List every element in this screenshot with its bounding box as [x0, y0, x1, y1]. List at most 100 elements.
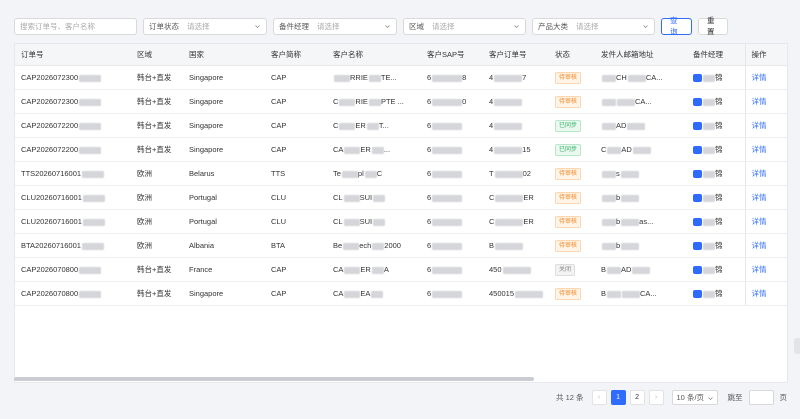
detail-link[interactable]: 详情 [752, 265, 767, 274]
query-button[interactable]: 查询 [661, 16, 692, 36]
customer-name-part: A [383, 265, 389, 274]
horizontal-scrollbar[interactable] [14, 377, 534, 381]
redacted-text [371, 290, 384, 298]
customer-name-part: CA [333, 145, 344, 154]
page-1-button[interactable]: 1 [610, 390, 626, 405]
manager-name: 锦 [715, 241, 723, 250]
country-cell: Belarus [189, 169, 215, 178]
order-number: CAP2026070800 [21, 289, 79, 298]
order-status-select[interactable]: 订单状态 请选择 [143, 17, 267, 35]
side-drawer-handle[interactable] [794, 338, 800, 354]
product-category-select[interactable]: 产品大类 请选择 [532, 17, 655, 35]
customer-name-part: pl [357, 169, 364, 178]
column-header: 状态 [549, 44, 595, 66]
redacted-text [81, 242, 104, 250]
redacted-text [368, 98, 381, 106]
redacted-text [79, 98, 102, 106]
manager-tag-icon [693, 146, 702, 155]
customer-name-part: C [333, 97, 339, 106]
detail-link[interactable]: 详情 [752, 193, 767, 202]
customer-order-part: 4 [489, 121, 494, 130]
redacted-text [339, 122, 356, 130]
manager-tag-icon [693, 266, 702, 275]
page-2-button[interactable]: 2 [629, 390, 645, 405]
next-page-button[interactable]: › [648, 390, 664, 405]
redacted-text [432, 146, 463, 154]
order-number: CAP2026070800 [21, 265, 79, 274]
customer-name-part: ER [360, 265, 371, 274]
detail-link[interactable]: 详情 [752, 145, 767, 154]
redacted-text [334, 74, 350, 82]
manager-tag-icon [693, 122, 702, 131]
page-size-select[interactable]: 10 条/页 [671, 390, 718, 405]
table-header-row: 订单号 区域 国家 客户简称 客户名称 客户SAP号 客户订单号 状态 发件人邮… [15, 44, 787, 66]
table-row: CAP2026072300 韩台+直发 Singapore CAP RRIE TE... 6… [15, 65, 787, 90]
region-cell: 韩台+直发 [137, 289, 172, 298]
status-badge: 已同步 [555, 119, 582, 132]
region-cell: 韩台+直发 [137, 121, 172, 130]
prev-page-button[interactable]: ‹ [591, 390, 607, 405]
redacted-text [343, 194, 360, 202]
parts-manager-label: 备件经理 [279, 21, 309, 31]
detail-link[interactable]: 详情 [752, 73, 767, 82]
reset-button[interactable]: 重置 [698, 16, 728, 36]
customer-abbr: CLU [271, 193, 287, 202]
detail-link[interactable]: 详情 [752, 97, 767, 106]
sap-number-part: 6 [427, 265, 432, 274]
redacted-text [432, 218, 463, 226]
manager-tag-icon [693, 170, 702, 179]
page-size-value: 10 条/页 [676, 393, 705, 402]
jump-page-input[interactable] [748, 390, 774, 405]
manager-name: 锦 [715, 217, 723, 226]
search-input[interactable]: 搜索订单号、客户名称 [14, 17, 137, 35]
customer-order-part: 4 [489, 145, 494, 154]
region-cell: 韩台+直发 [137, 73, 172, 82]
redacted-text [703, 170, 715, 178]
column-header: 订单号 [15, 44, 131, 66]
customer-abbr: CAP [271, 97, 287, 106]
region-select[interactable]: 区域 请选择 [403, 17, 526, 35]
redacted-text [632, 266, 651, 274]
manager-name: 锦 [715, 121, 723, 130]
detail-link[interactable]: 详情 [752, 169, 767, 178]
redacted-text [79, 122, 102, 130]
customer-name-part: EA [360, 289, 371, 298]
search-placeholder: 搜索订单号、客户名称 [20, 21, 95, 31]
order-number: CAP2026072300 [21, 97, 79, 106]
redacted-text [371, 266, 384, 274]
detail-link[interactable]: 详情 [752, 121, 767, 130]
redacted-text [432, 290, 463, 298]
manager-tag-icon [693, 242, 702, 251]
detail-link[interactable]: 详情 [752, 217, 767, 226]
parts-manager-select[interactable]: 备件经理 请选择 [273, 17, 397, 35]
customer-abbr: CAP [271, 121, 287, 130]
country-cell: Portugal [189, 217, 217, 226]
redacted-text [494, 146, 523, 154]
region-cell: 韩台+直发 [137, 97, 172, 106]
redacted-text [621, 218, 640, 226]
customer-order-part: 7 [522, 73, 527, 82]
detail-link[interactable]: 详情 [752, 241, 767, 250]
redacted-text [703, 122, 715, 130]
redacted-text [602, 218, 616, 226]
order-status-placeholder: 请选择 [187, 21, 210, 31]
redacted-text [495, 242, 524, 250]
redacted-text [602, 242, 616, 250]
customer-order-part: 4 [489, 97, 494, 106]
email-part: C [601, 145, 607, 154]
redacted-text [368, 74, 381, 82]
detail-link[interactable]: 详情 [752, 289, 767, 298]
redacted-text [622, 290, 641, 298]
status-badge: 待审核 [555, 287, 582, 300]
redacted-text [627, 74, 646, 82]
orders-table: 订单号 区域 国家 客户简称 客户名称 客户SAP号 客户订单号 状态 发件人邮… [14, 43, 788, 383]
customer-name-part: ER [360, 145, 371, 154]
country-cell: Singapore [189, 289, 224, 298]
redacted-text [621, 194, 640, 202]
column-header: 国家 [183, 44, 265, 66]
redacted-text [344, 290, 361, 298]
redacted-text [621, 242, 640, 250]
customer-order-part: 02 [522, 169, 531, 178]
email-part: CA... [635, 97, 652, 106]
region-label: 区域 [409, 21, 424, 31]
